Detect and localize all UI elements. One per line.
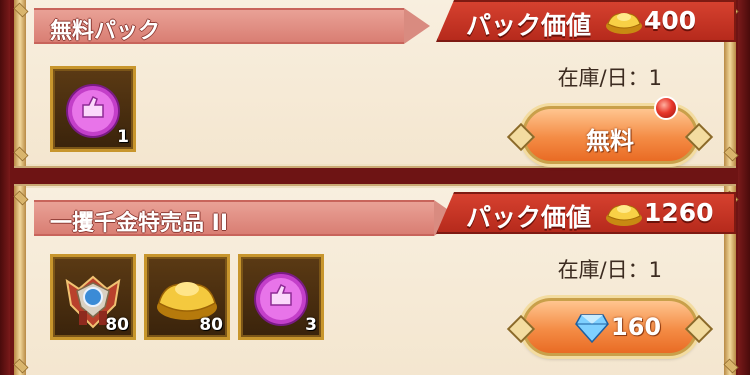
gold-ingot-icon [606, 13, 642, 34]
stock-per-day: 在庫/日：1 [557, 66, 662, 90]
item-count: 80 [105, 315, 129, 335]
pack-title: 無料パック [50, 19, 161, 44]
pack-card-special-sale: 一攫千金特売品 II パック価値 1260 在庫/日：1 80 80 3 160 [14, 184, 736, 375]
reward-item-slot[interactable]: 3 [238, 254, 324, 340]
buy-pack-button[interactable]: 160 [506, 298, 714, 356]
button-corner-ornament [506, 314, 536, 344]
claim-free-label: 無料 [586, 127, 634, 155]
item-count: 1 [117, 127, 129, 147]
item-count: 80 [199, 315, 223, 335]
background-left-edge [0, 0, 10, 375]
background-right-edge [738, 0, 750, 375]
pack-value-banner: パック価値 400 [436, 0, 736, 42]
frame-post-left [14, 186, 26, 375]
pack-title-ribbon: 一攫千金特売品 II [34, 200, 460, 236]
pack-value-amount: 400 [644, 6, 697, 35]
button-corner-ornament [684, 314, 714, 344]
pack-title: 一攫千金特売品 II [50, 211, 229, 236]
reward-item-slot[interactable]: 80 [50, 254, 136, 340]
gold-ingot-icon [606, 205, 642, 226]
price-amount: 160 [611, 313, 662, 341]
diamond-icon [575, 314, 609, 343]
pack-value-amount: 1260 [644, 198, 714, 227]
item-count: 3 [305, 315, 317, 335]
frame-post-left [14, 0, 26, 166]
pack-value-label: パック価値 [466, 203, 592, 232]
pack-title-ribbon: 無料パック [34, 8, 430, 44]
pack-value-label: パック価値 [466, 11, 592, 40]
reward-item-slot[interactable]: 1 [50, 66, 136, 152]
reward-item-slot[interactable]: 80 [144, 254, 230, 340]
pack-card-free: 無料パック パック価値 400 在庫/日：1 1 無料 [14, 0, 736, 168]
stock-per-day: 在庫/日：1 [557, 258, 662, 282]
pack-value-banner: パック価値 1260 [436, 192, 736, 234]
notification-dot-icon [654, 96, 678, 120]
